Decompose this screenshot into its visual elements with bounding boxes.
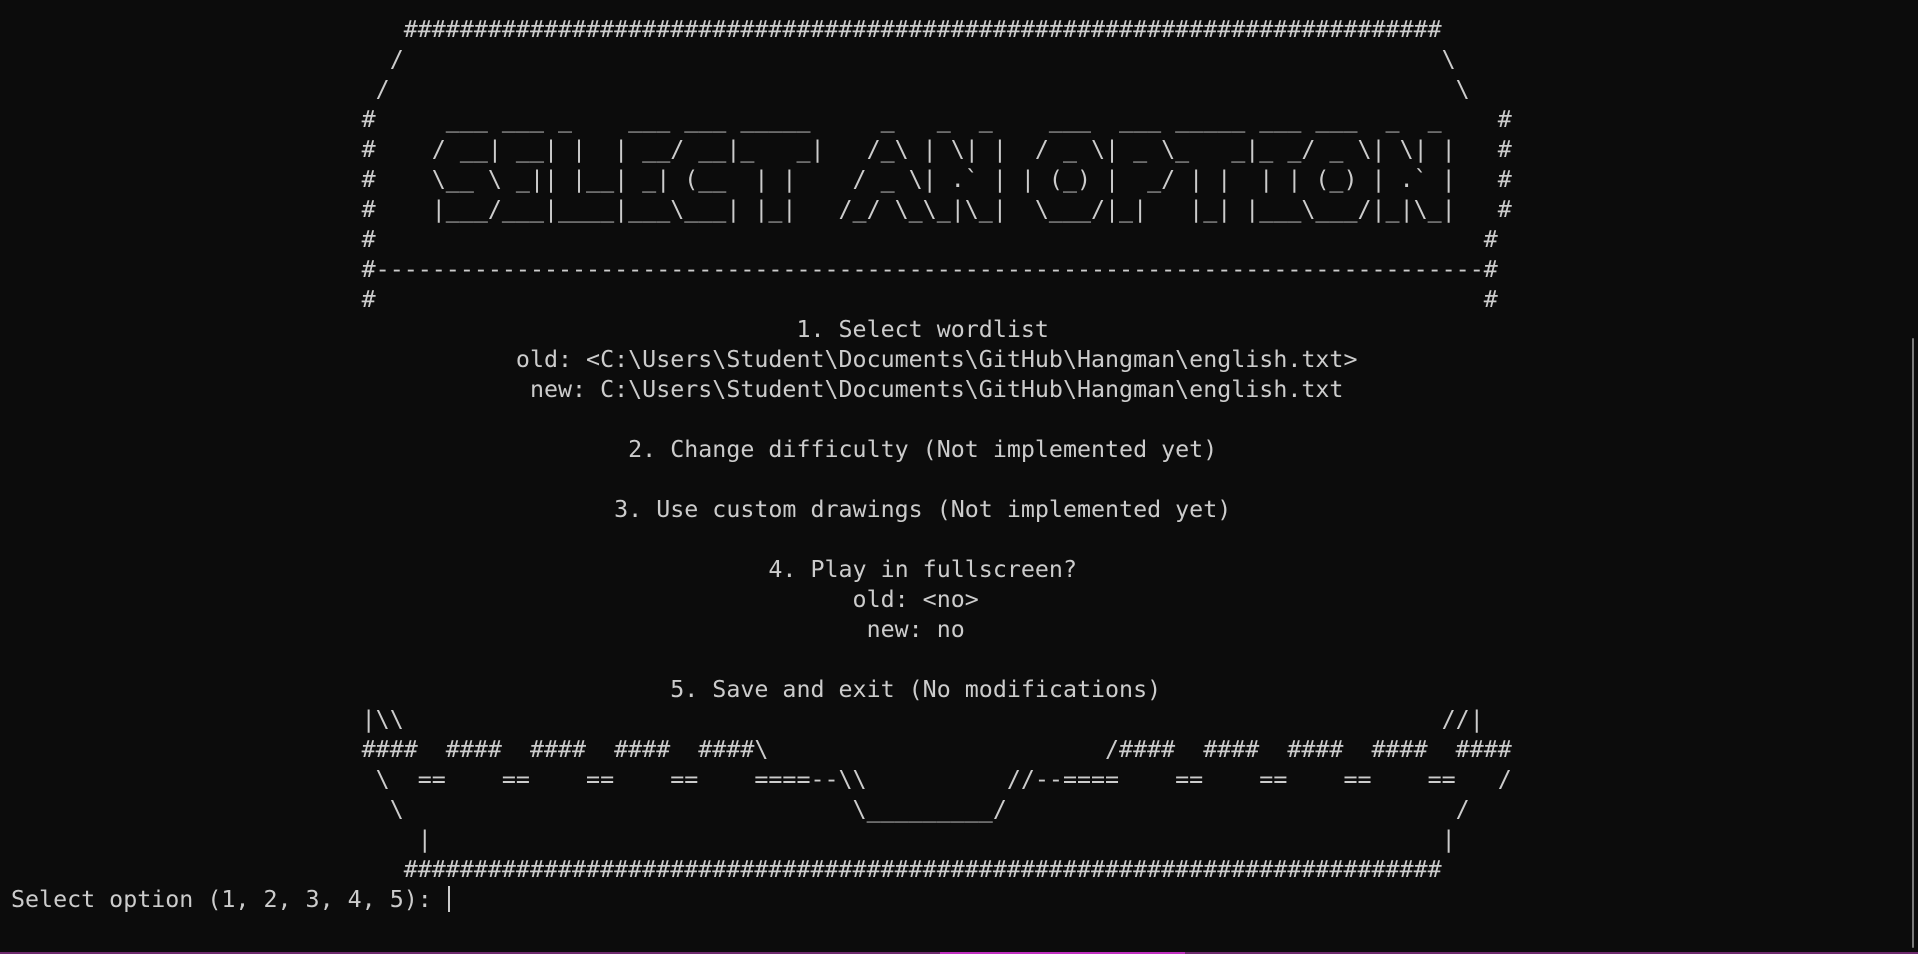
banner-slant-line-2: / \ [11, 76, 1470, 103]
footer-bottom-border: ########################################… [11, 856, 1442, 883]
footer-art-line-2: #### #### #### #### ####\ /#### #### ###… [11, 736, 1512, 763]
scrollbar[interactable] [1904, 0, 1918, 950]
banner-separator: #---------------------------------------… [11, 256, 1498, 283]
option-5-heading: 5. Save and exit (No modifications) [11, 676, 1162, 703]
option-2-heading: 2. Change difficulty (Not implemented ye… [11, 436, 1218, 463]
banner-border-line: # # [11, 226, 1498, 253]
footer-art-line-5: | | [11, 826, 1456, 853]
option-1-heading: 1. Select wordlist [11, 316, 1049, 343]
ascii-title-line-1: # ___ ___ _ ___ ___ _____ _ _ _ ___ ___ … [11, 106, 1512, 133]
option-1-new-value: new: C:\Users\Student\Documents\GitHub\H… [11, 376, 1344, 403]
option-1-old-value: old: <C:\Users\Student\Documents\GitHub\… [11, 346, 1358, 373]
option-4-new-value: new: no [11, 616, 965, 643]
option-4-old-value: old: <no> [11, 586, 979, 613]
footer-art-line-4: \ \_________/ / [11, 796, 1470, 823]
banner-border-line: # # [11, 286, 1498, 313]
footer-art-line-3: \ == == == == ====--\\ //--==== == == ==… [11, 766, 1512, 793]
ascii-title-line-2: # / __| __| | | __/ __|_ _| /_\ | \| | /… [11, 136, 1512, 163]
ascii-title-line-3: # \__ \ _|| |__| _| (__ | | / _ \| .` | … [11, 166, 1512, 193]
terminal-output: ########################################… [11, 15, 1891, 915]
input-prompt-line[interactable]: Select option (1, 2, 3, 4, 5): [11, 885, 1891, 915]
option-3-heading: 3. Use custom drawings (Not implemented … [11, 496, 1232, 523]
ascii-title-line-4: # |___/___|____|___\___| |_| /_/ \_\_|\_… [11, 196, 1512, 223]
option-4-heading: 4. Play in fullscreen? [11, 556, 1077, 583]
footer-art-line-1: |\\ //| [11, 706, 1484, 733]
terminal-window[interactable]: ########################################… [0, 0, 1918, 954]
banner-slant-line-1: / \ [11, 46, 1456, 73]
scrollbar-thumb[interactable] [1912, 338, 1914, 948]
input-prompt: Select option (1, 2, 3, 4, 5): [11, 886, 446, 913]
text-cursor[interactable] [447, 886, 450, 912]
banner-top-border: ########################################… [11, 16, 1442, 43]
